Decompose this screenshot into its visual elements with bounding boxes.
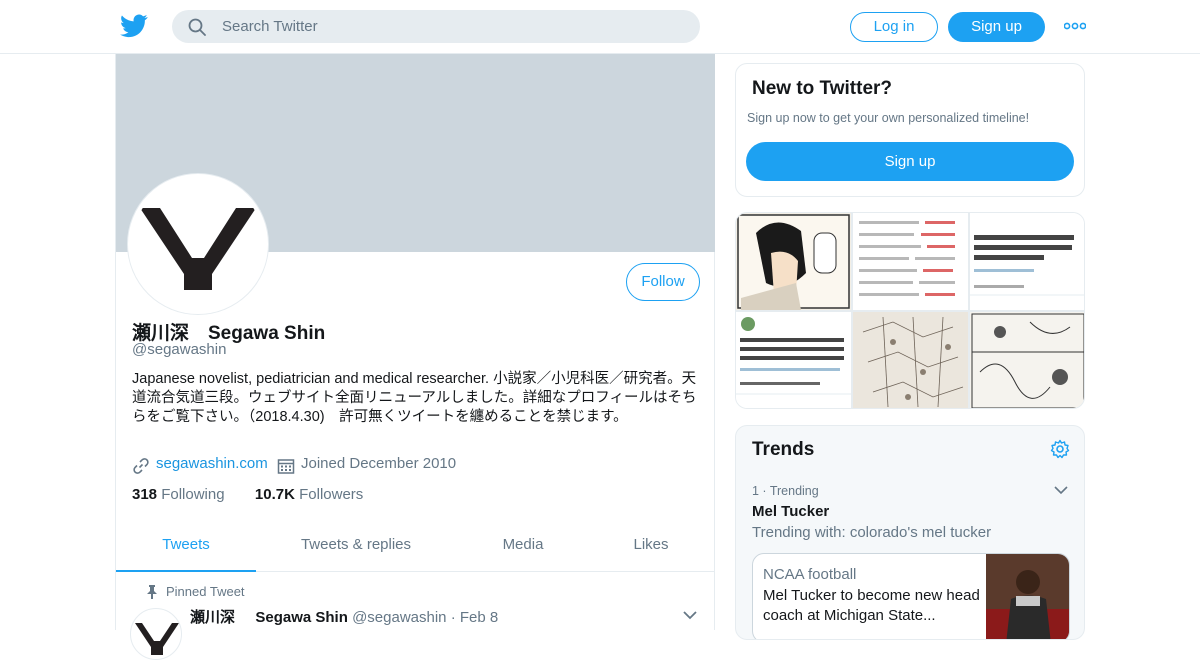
- following-label: Following: [161, 486, 225, 503]
- trend-news-card[interactable]: NCAA football Mel Tucker to become new h…: [752, 553, 1070, 639]
- tweet-date[interactable]: Feb 8: [460, 609, 498, 626]
- media-thumbnail-map[interactable]: [853, 312, 968, 408]
- yy-logo-icon: [132, 178, 264, 310]
- trend-rank-number: 1: [752, 484, 759, 498]
- pin-icon: [147, 585, 157, 599]
- tab-tweets-replies[interactable]: Tweets & replies: [286, 524, 426, 572]
- media-thumbnail-manga[interactable]: [736, 213, 851, 310]
- tweet-author-name[interactable]: 瀬川深: [190, 609, 235, 626]
- news-category: NCAA football: [763, 566, 857, 583]
- pinned-tweet-header: 瀬川深 Segawa Shin @segawashin · Feb 8: [190, 609, 499, 626]
- follow-button[interactable]: Follow: [626, 263, 700, 301]
- profile-website-link[interactable]: segawashin.com: [156, 455, 268, 472]
- profile-joined-date: Joined December 2010: [301, 455, 457, 472]
- trends-card: Trends 1 · Trending Mel Tucker Trending …: [735, 425, 1085, 640]
- profile-column: Follow 瀬川深 Segawa Shin @segawashin Japan…: [115, 54, 715, 660]
- profile-stats: 318 Following 10.7K Followers: [132, 486, 363, 503]
- yy-logo-small-icon: [135, 623, 179, 655]
- news-headline: Mel Tucker to become new head coach at M…: [763, 587, 980, 624]
- trend-trending-with: Trending with: colorado's mel tucker: [752, 524, 992, 541]
- link-icon: [133, 458, 149, 474]
- new-to-twitter-title: New to Twitter?: [752, 78, 893, 99]
- news-thumbnail-image: [986, 554, 1069, 639]
- trend-rank: 1 · Trending: [752, 484, 819, 498]
- trend-name[interactable]: Mel Tucker: [752, 503, 829, 520]
- tweet-author-handle[interactable]: @segawashin: [352, 609, 446, 626]
- gear-icon[interactable]: [1050, 439, 1070, 459]
- new-to-twitter-card: New to Twitter? Sign up now to get your …: [735, 63, 1085, 197]
- trends-title: Trends: [752, 439, 815, 460]
- search-icon: [188, 18, 206, 36]
- signup-button[interactable]: Sign up: [948, 12, 1045, 42]
- profile-bio: Japanese novelist, pediatrician and medi…: [132, 371, 697, 425]
- top-navigation-bar: Log in Sign up: [0, 0, 1200, 54]
- media-thumbnail-manga-panel[interactable]: [970, 312, 1084, 408]
- followers-count: 10.7K: [254, 486, 295, 503]
- media-thumbnail-list[interactable]: [853, 213, 968, 310]
- twitter-bird-icon[interactable]: [120, 14, 148, 38]
- sidebar-signup-button[interactable]: Sign up: [746, 142, 1074, 181]
- profile-tabs: Tweets Tweets & replies Media Likes: [116, 524, 715, 572]
- tab-media[interactable]: Media: [468, 524, 578, 572]
- calendar-icon: [277, 459, 295, 474]
- search-input[interactable]: [222, 10, 682, 43]
- chevron-down-icon[interactable]: [682, 610, 698, 620]
- followers-label: Followers: [299, 486, 364, 503]
- avatar[interactable]: [128, 174, 268, 314]
- following-stat[interactable]: 318 Following: [132, 486, 225, 503]
- following-count: 318: [132, 486, 158, 503]
- pinned-tweet-label: Pinned Tweet: [147, 584, 245, 599]
- trend-context: Trending: [769, 484, 819, 498]
- media-thumbnail-tweet-card[interactable]: [736, 312, 851, 408]
- tab-likes[interactable]: Likes: [606, 524, 696, 572]
- tab-tweets[interactable]: Tweets: [116, 524, 256, 572]
- profile-handle: @segawashin: [132, 341, 227, 358]
- chevron-down-icon[interactable]: [1054, 486, 1068, 495]
- media-grid: [735, 212, 1085, 409]
- search-box[interactable]: [172, 10, 700, 43]
- login-button[interactable]: Log in: [850, 12, 938, 42]
- tweet-author-name-en[interactable]: Segawa Shin: [255, 609, 348, 626]
- more-icon[interactable]: [1064, 20, 1086, 32]
- tweet-avatar[interactable]: [130, 608, 182, 660]
- new-to-twitter-subtitle: Sign up now to get your own personalized…: [747, 111, 1030, 125]
- pinned-tweet-text: Pinned Tweet: [166, 584, 245, 599]
- followers-stat[interactable]: 10.7K Followers: [255, 486, 363, 503]
- media-thumbnail-tweet-quote[interactable]: [970, 213, 1084, 310]
